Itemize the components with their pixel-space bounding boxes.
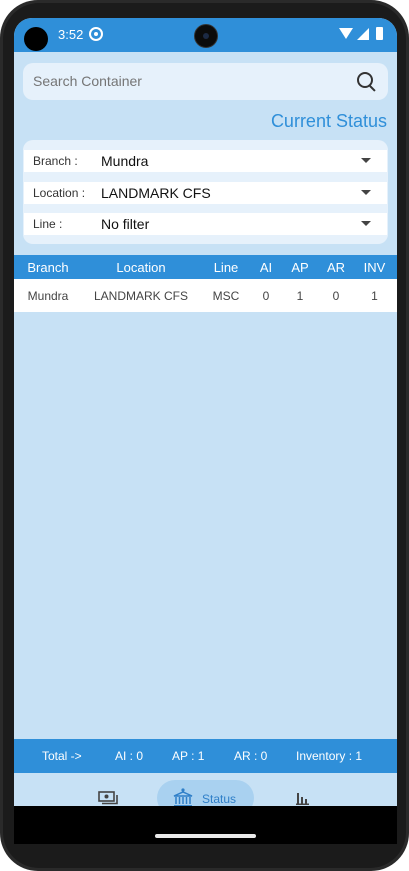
battery-icon (376, 27, 383, 40)
app-screen: 3:52 Current Status Branch : Mundra Loca… (14, 18, 397, 844)
nav-label-status: Status (202, 792, 237, 806)
cell-line: MSC (212, 288, 240, 303)
branch-label: Branch : (33, 154, 78, 168)
cell-ar: 0 (332, 288, 340, 303)
total-ap: AP : 1 (172, 749, 205, 763)
col-ar: AR (326, 259, 346, 275)
gear-icon (89, 27, 103, 41)
cell-location: LANDMARK CFS (93, 288, 188, 303)
table-row[interactable]: Mundra LANDMARK CFS MSC 0 1 0 1 (14, 279, 397, 312)
filters-card: Branch : Mundra Location : LANDMARK CFS … (23, 140, 388, 244)
chevron-down-icon[interactable] (361, 221, 371, 226)
home-indicator[interactable] (155, 834, 256, 838)
status-time: 3:52 (58, 27, 84, 42)
search-icon[interactable] (357, 72, 373, 88)
col-ap: AP (291, 259, 309, 275)
bar-chart-icon[interactable] (296, 792, 310, 805)
line-value: No filter (101, 216, 150, 232)
total-ar: AR : 0 (234, 749, 268, 763)
status-bar: 3:52 (14, 18, 397, 52)
total-inventory: Inventory : 1 (296, 749, 363, 763)
front-camera (194, 24, 218, 48)
system-nav-area (14, 806, 397, 844)
total-label: Total -> (42, 749, 82, 763)
page-title: Current Status (270, 111, 387, 131)
cell-branch: Mundra (27, 288, 69, 303)
branch-select[interactable]: Branch : Mundra (24, 150, 387, 172)
chevron-down-icon[interactable] (361, 190, 371, 195)
location-value: LANDMARK CFS (101, 185, 211, 201)
cell-ai: 0 (262, 288, 270, 303)
signal-icon (357, 28, 369, 40)
line-label: Line : (33, 217, 63, 231)
col-branch: Branch (27, 259, 69, 275)
location-label: Location : (33, 186, 86, 200)
col-inv: INV (363, 259, 386, 275)
totals-bar: Total -> AI : 0 AP : 1 AR : 0 Inventory … (14, 739, 397, 773)
cell-inv: 1 (371, 288, 378, 303)
wifi-icon (339, 28, 353, 39)
col-ai: AI (259, 259, 273, 275)
chevron-down-icon[interactable] (361, 158, 371, 163)
col-line: Line (213, 259, 239, 275)
cell-ap: 1 (296, 288, 304, 303)
total-ai: AI : 0 (115, 749, 144, 763)
camera-dot (24, 27, 48, 51)
table-header: Branch Location Line AI AP AR INV (14, 255, 397, 279)
search-bar[interactable] (23, 63, 388, 100)
money-icon[interactable] (98, 791, 118, 805)
line-select[interactable]: Line : No filter (24, 213, 387, 235)
col-location: Location (116, 259, 166, 275)
search-input[interactable] (33, 73, 333, 89)
location-select[interactable]: Location : LANDMARK CFS (24, 182, 387, 204)
branch-value: Mundra (101, 153, 149, 169)
